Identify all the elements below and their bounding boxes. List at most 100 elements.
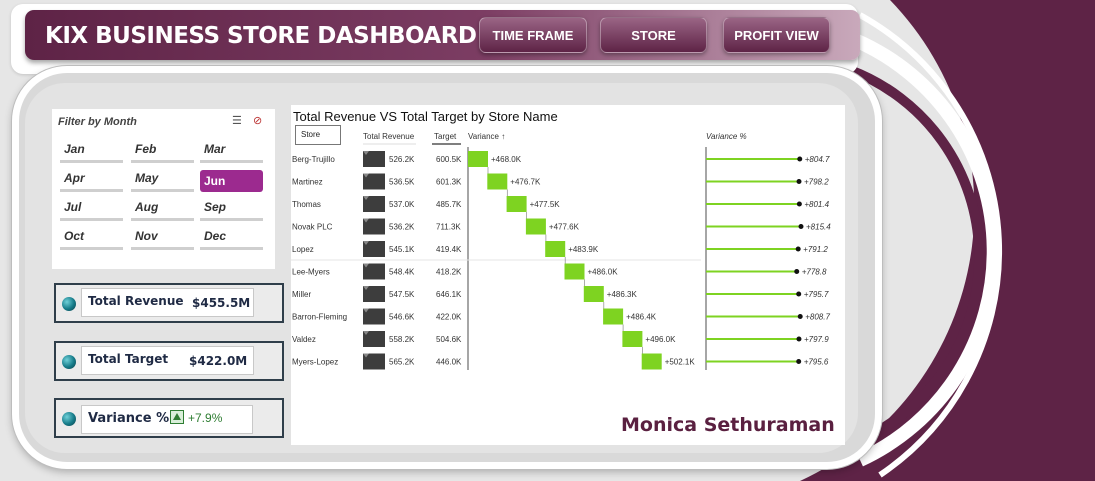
variance-value-label: +468.0K <box>491 155 522 164</box>
store-button[interactable]: STORE <box>600 17 707 53</box>
variance-bar <box>622 331 643 347</box>
kpi-dot-icon <box>62 355 76 369</box>
target-value-label: 504.6K <box>436 335 462 344</box>
kpi-dot-icon <box>62 297 76 311</box>
revenue-value-label: 536.2K <box>389 223 415 232</box>
variance-pct-dot <box>794 269 800 274</box>
revenue-value-label: 545.1K <box>389 245 415 254</box>
target-value-label: 601.3K <box>436 178 462 187</box>
month-feb[interactable]: Feb <box>131 141 194 163</box>
variance-pct-label: +797.9 <box>804 335 829 344</box>
kpi-card: Total Target $422.0M <box>81 346 254 375</box>
store-name-label: Valdez <box>292 335 316 344</box>
variance-value-label: +486.0K <box>588 268 619 277</box>
target-value-label: 419.4K <box>436 245 462 254</box>
clear-filter-icon[interactable]: ⊘ <box>253 115 267 127</box>
month-slicer: Filter by Month ☰ ⊘ Jan Feb Mar Apr May Jun Ju… <box>52 109 275 269</box>
store-name-label: Lopez <box>292 245 314 254</box>
variance-bar <box>468 151 488 167</box>
kpi-total-target: Total Target $422.0M <box>54 341 284 381</box>
variance-pct-dot <box>798 224 804 229</box>
variance-value-label: +486.3K <box>607 290 638 299</box>
variance-pct-label: +808.7 <box>805 313 830 322</box>
slicer-title: Filter by Month <box>58 116 137 128</box>
variance-pct-dot <box>796 291 802 297</box>
variance-bar <box>641 353 662 370</box>
variance-bar <box>564 263 585 280</box>
month-dec[interactable]: Dec <box>200 228 263 250</box>
revenue-value-label: 526.2K <box>389 155 415 164</box>
variance-value-label: +496.0K <box>645 335 676 344</box>
up-arrow-icon <box>170 410 184 424</box>
variance-value-label: +483.9K <box>568 245 599 254</box>
variance-pct-dot <box>795 246 801 252</box>
revenue-value-label: 547.5K <box>389 290 415 299</box>
kpi-total-revenue: Total Revenue $455.5M <box>54 283 284 323</box>
store-name-label: Martinez <box>292 178 323 187</box>
variance-value-label: +502.1K <box>665 358 696 367</box>
variance-pct-label: +804.7 <box>805 155 830 164</box>
variance-bar <box>583 286 604 302</box>
revenue-value-label: 558.2K <box>389 335 415 344</box>
variance-pct-label: +791.2 <box>803 245 828 254</box>
month-sep[interactable]: Sep <box>200 199 263 221</box>
variance-value-label: +476.7K <box>510 178 541 187</box>
store-name-label: Miller <box>292 290 311 299</box>
multi-select-icon[interactable]: ☰ <box>232 115 246 127</box>
target-value-label: 446.0K <box>436 358 462 367</box>
variance-pct-label: +798.2 <box>804 178 829 187</box>
kpi-dot-icon <box>62 412 76 426</box>
target-value-label: 485.7K <box>436 200 462 209</box>
variance-bar <box>603 308 624 325</box>
store-name-label: Myers-Lopez <box>292 358 338 367</box>
variance-pct-dot <box>796 336 802 342</box>
kpi-value: +7.9% <box>188 411 223 425</box>
kpi-card: Total Revenue $455.5M <box>81 288 254 317</box>
target-value-label: 422.0K <box>436 313 462 322</box>
month-jan[interactable]: Jan <box>60 141 123 163</box>
variance-value-label: +477.5K <box>530 200 561 209</box>
variance-pct-dot <box>797 156 803 162</box>
revenue-value-label: 565.2K <box>389 358 415 367</box>
variance-pct-label: +815.4 <box>806 223 831 232</box>
revenue-value-label: 548.4K <box>389 268 415 277</box>
kpi-label: Variance % <box>88 411 170 426</box>
target-value-label: 711.3K <box>436 223 461 232</box>
month-oct[interactable]: Oct <box>60 228 123 250</box>
variance-bar <box>487 173 508 190</box>
month-jul[interactable]: Jul <box>60 199 123 221</box>
time-frame-button[interactable]: TIME FRAME <box>479 17 587 53</box>
month-jun[interactable]: Jun <box>200 170 263 192</box>
author-signature: Monica Sethuraman <box>621 414 835 436</box>
variance-pct-label: +795.7 <box>804 290 829 299</box>
target-value-label: 646.1K <box>436 290 462 299</box>
chart-panel: Total Revenue VS Total Target by Store N… <box>291 105 845 445</box>
kpi-label: Total Revenue <box>88 294 184 308</box>
kpi-variance: Variance % +7.9% <box>54 398 284 438</box>
revenue-value-label: 537.0K <box>389 200 415 209</box>
revenue-value-label: 536.5K <box>389 178 415 187</box>
month-nov[interactable]: Nov <box>131 228 194 250</box>
variance-pct-dot <box>796 201 802 207</box>
variance-pct-label: +795.6 <box>804 358 829 367</box>
kpi-value: $455.5M <box>192 296 251 310</box>
month-mar[interactable]: Mar <box>200 141 263 163</box>
profit-view-button[interactable]: PROFIT VIEW <box>723 17 830 53</box>
variance-pct-label: +801.4 <box>804 200 829 209</box>
store-name-label: Lee-Myers <box>292 268 330 277</box>
store-name-label: Berg-Trujillo <box>292 155 335 164</box>
month-may[interactable]: May <box>131 170 194 192</box>
month-aug[interactable]: Aug <box>131 199 194 221</box>
store-name-label: Novak PLC <box>292 223 333 232</box>
target-value-label: 418.2K <box>436 268 462 277</box>
kpi-label: Total Target <box>88 352 169 366</box>
variance-pct-label: +778.8 <box>802 268 827 277</box>
month-apr[interactable]: Apr <box>60 170 123 192</box>
target-value-label: 600.5K <box>436 155 462 164</box>
header-banner: KIX BUSINESS STORE DASHBOARD TIME FRAME … <box>25 10 860 60</box>
variance-bar <box>506 196 527 212</box>
store-name-label: Barron-Fleming <box>292 313 347 322</box>
variance-value-label: +486.4K <box>626 313 657 322</box>
variance-bar <box>545 241 566 257</box>
chart-svg: Berg-Trujillo 526.2K 600.5K +468.0K +804.7 Ma… <box>291 143 831 370</box>
